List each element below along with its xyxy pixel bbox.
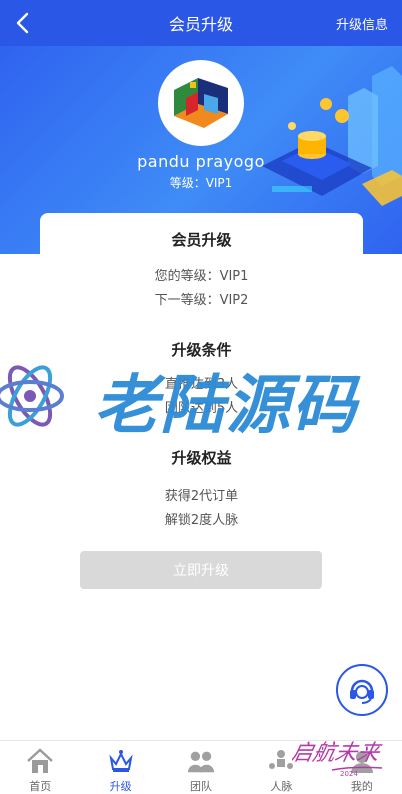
next-level: 下一等级：VIP2 xyxy=(154,293,249,308)
tab-label: 人脉 xyxy=(270,780,293,793)
current-level: 您的等级：VIP1 xyxy=(154,269,249,284)
top-bar: 会员升级 升级信息 xyxy=(0,0,402,46)
team-icon xyxy=(187,747,215,774)
username: pandu prayogo xyxy=(137,152,265,171)
benefit-item: 获得2代订单 xyxy=(164,489,239,504)
avatar[interactable] xyxy=(158,60,244,146)
logo-icon xyxy=(174,78,228,128)
tab-upgrade[interactable]: 升级 xyxy=(80,741,160,794)
card-title: 会员升级 xyxy=(171,231,232,249)
headset-icon xyxy=(350,679,374,704)
conditions-title: 升级条件 xyxy=(171,341,232,359)
tab-label: 首页 xyxy=(29,780,52,793)
customer-service-button[interactable] xyxy=(336,664,388,716)
benefits-title: 升级权益 xyxy=(171,449,232,467)
tab-home[interactable]: 首页 xyxy=(0,741,80,794)
upgrade-info-link[interactable]: 升级信息 xyxy=(336,14,388,33)
svg-text:2024: 2024 xyxy=(340,770,358,778)
tab-label: 我的 xyxy=(350,780,373,793)
tab-team[interactable]: 团队 xyxy=(161,741,241,794)
condition-item: 直推达到3人 xyxy=(164,377,239,392)
crown-icon xyxy=(107,747,135,774)
svg-text:启航未来: 启航未来 xyxy=(292,740,385,766)
condition-item: 团队达到5人 xyxy=(164,401,239,416)
isometric-city-illustration xyxy=(262,66,402,206)
upgrade-now-button[interactable]: 立即升级 xyxy=(80,551,322,589)
handwritten-signature: 启航未来 2024 xyxy=(292,740,385,778)
upgrade-card: 会员升级 您的等级：VIP1 下一等级：VIP2 升级条件 直推达到3人 团队达… xyxy=(40,213,363,613)
home-icon xyxy=(26,747,54,774)
tab-label: 团队 xyxy=(190,780,213,793)
benefit-item: 解锁2度人脉 xyxy=(164,513,239,528)
user-level: 等级：VIP1 xyxy=(169,176,233,190)
tab-label: 升级 xyxy=(109,780,132,793)
